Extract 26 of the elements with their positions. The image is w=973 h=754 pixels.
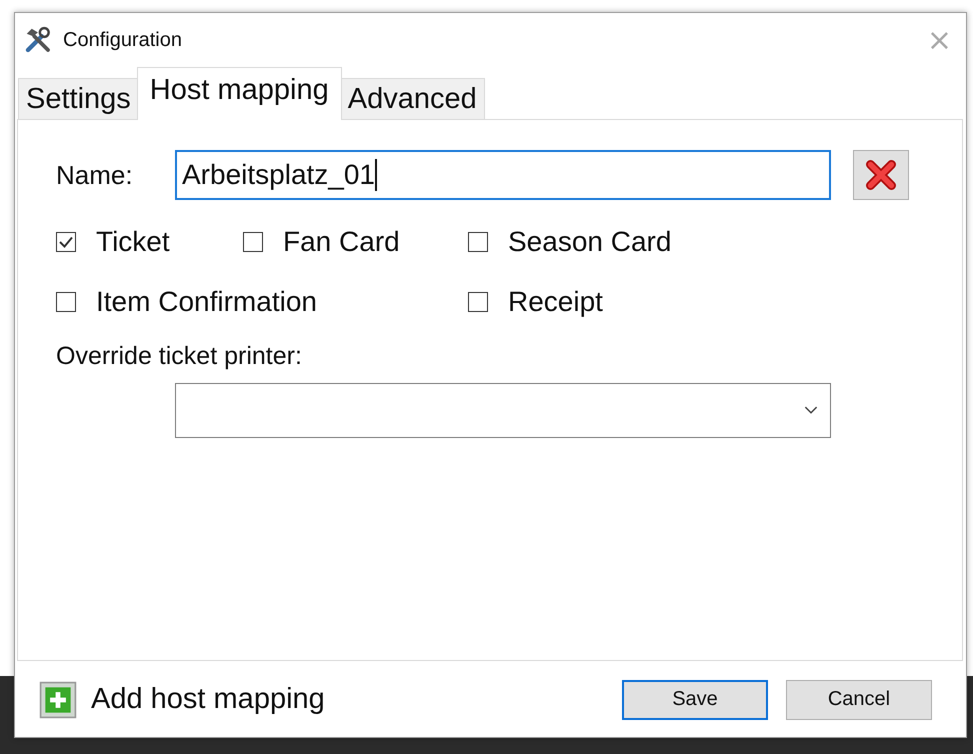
- tools-icon: [23, 25, 53, 55]
- printer-label: Override ticket printer:: [56, 342, 303, 371]
- tab[interactable]: Advanced: [340, 78, 485, 120]
- checkbox[interactable]: [56, 292, 76, 312]
- window-title: Configuration: [63, 28, 182, 52]
- name-field[interactable]: Arbeitsplatz_01: [175, 150, 831, 200]
- checkbox[interactable]: [468, 292, 488, 312]
- checkbox-label: Item Confirmation: [96, 286, 317, 318]
- checkbox-label: Ticket: [96, 226, 170, 258]
- delete-button[interactable]: [853, 150, 909, 200]
- tab[interactable]: Settings: [18, 78, 139, 120]
- checkbox[interactable]: [56, 232, 76, 252]
- add-host-mapping-button[interactable]: Add host mapping: [39, 680, 325, 718]
- plus-icon: [39, 680, 77, 718]
- dialog-button[interactable]: Save: [622, 680, 768, 720]
- checkbox[interactable]: [468, 232, 488, 252]
- dialog-button[interactable]: Cancel: [786, 680, 932, 720]
- printer-dropdown[interactable]: [175, 383, 831, 438]
- checkbox[interactable]: [243, 232, 263, 252]
- chevron-down-icon: [804, 406, 818, 415]
- name-label: Name:: [56, 160, 134, 190]
- close-x-icon: [863, 157, 899, 193]
- checkbox-label: Fan Card: [283, 226, 400, 258]
- checkbox-label: Season Card: [508, 226, 672, 258]
- tab[interactable]: Host mapping: [136, 67, 342, 120]
- checkbox-label: Receipt: [508, 286, 603, 318]
